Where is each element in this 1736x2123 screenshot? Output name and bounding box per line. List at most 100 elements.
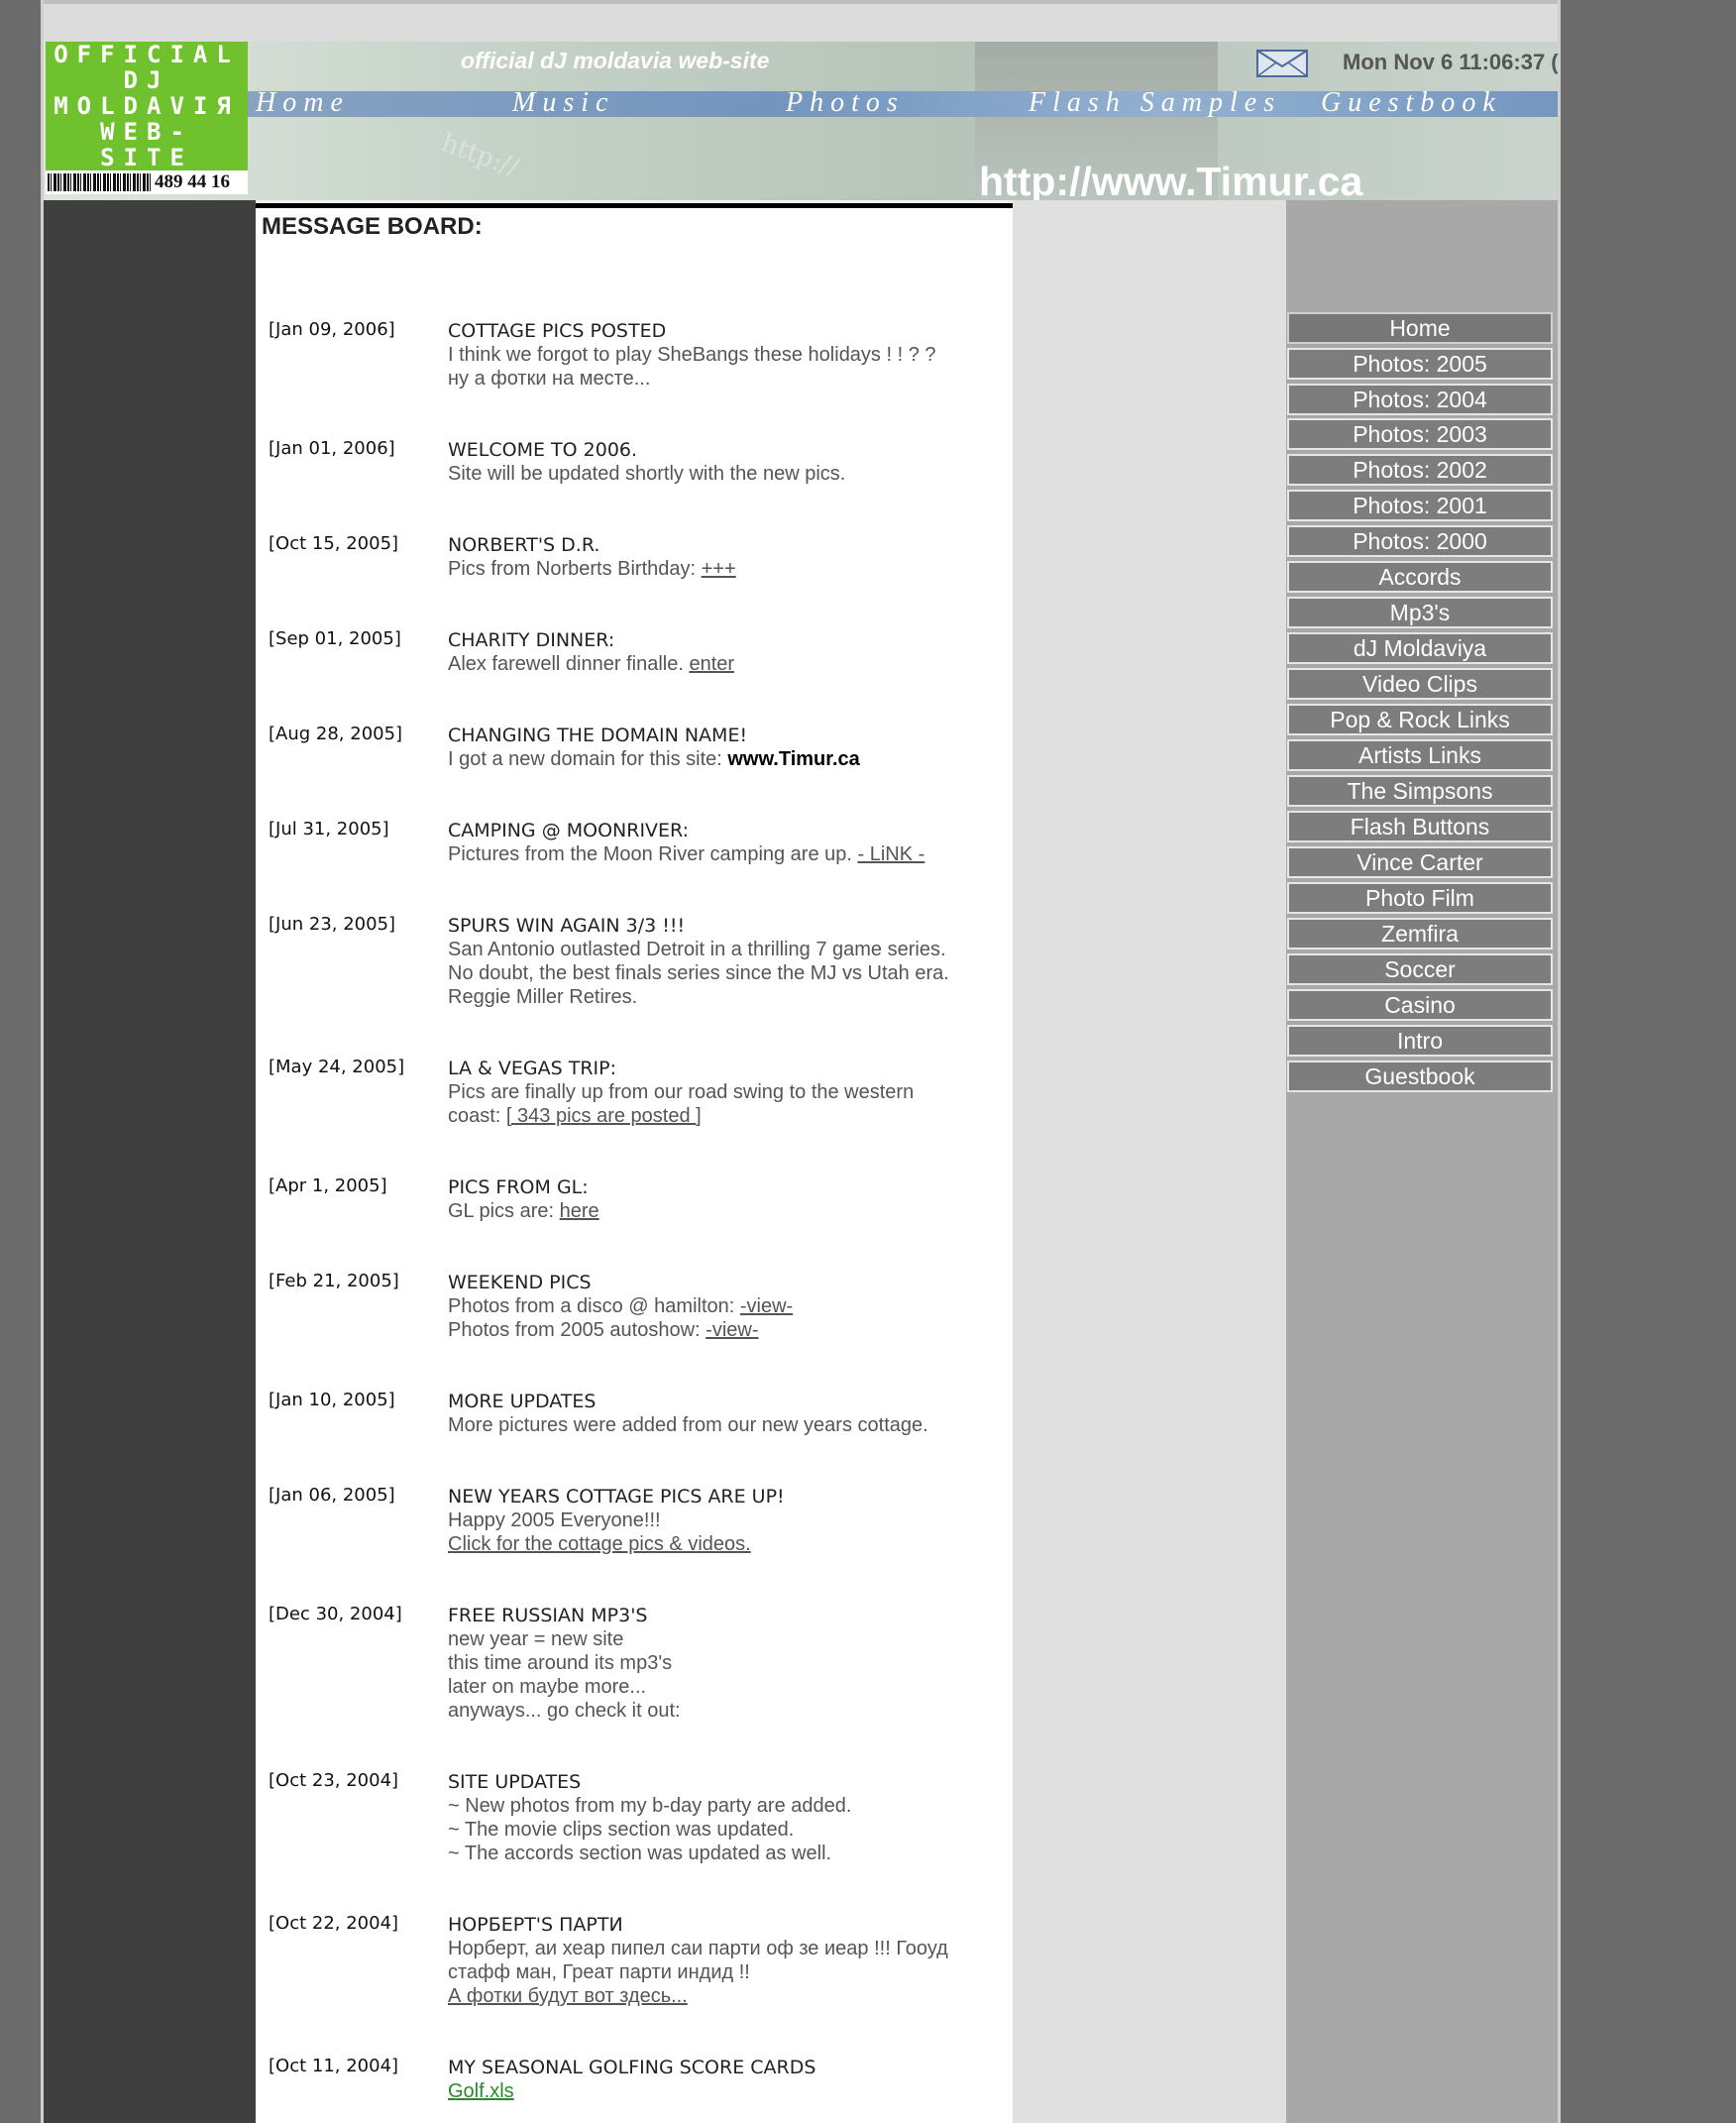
golf-file-link[interactable]: Golf.xls xyxy=(448,2080,514,2102)
entry-text: this time around its mp3's xyxy=(448,1652,673,1674)
sidebar-item-photos-2001[interactable]: Photos: 2001 xyxy=(1287,490,1553,521)
entry-text: Pics are finally up from our road swing … xyxy=(448,1081,915,1103)
entry-title: WEEKEND PICS xyxy=(448,1272,592,1293)
entry-title: MORE UPDATES xyxy=(448,1391,597,1412)
logo-line: WEB- xyxy=(100,118,193,146)
entry-link[interactable]: -view- xyxy=(740,1295,793,1317)
sidebar-item-photo-film[interactable]: Photo Film xyxy=(1287,882,1553,914)
entry-text: I think we forgot to play SheBangs these… xyxy=(448,344,936,366)
entry-text: ~ New photos from my b-day party are add… xyxy=(448,1795,852,1817)
left-outer-margin xyxy=(0,0,41,2123)
sidebar-item-pop-rock-links[interactable]: Pop & Rock Links xyxy=(1287,704,1553,735)
sidebar-item-soccer[interactable]: Soccer xyxy=(1287,953,1553,985)
entry-title: SPURS WIN AGAIN 3/3 !!! xyxy=(448,915,686,937)
entry-date: [Oct 15, 2005] xyxy=(269,533,399,554)
entry-title: FREE RUSSIAN MP3'S xyxy=(448,1605,648,1626)
entry-date: [Apr 1, 2005] xyxy=(269,1175,387,1196)
sidebar-item-intro[interactable]: Intro xyxy=(1287,1025,1553,1057)
sidebar-item-photos-2000[interactable]: Photos: 2000 xyxy=(1287,525,1553,557)
entry-link[interactable]: here xyxy=(560,1200,599,1222)
entry-link[interactable]: Click for the cottage pics & videos. xyxy=(448,1533,751,1555)
nav-home[interactable]: Home xyxy=(256,87,350,119)
entry-text: ну а фотки на месте... xyxy=(448,368,651,390)
sidebar-item-photos-2002[interactable]: Photos: 2002 xyxy=(1287,454,1553,486)
logo-line: DJ xyxy=(123,66,170,94)
entry-date: [Feb 21, 2005] xyxy=(269,1271,399,1291)
entry-text: San Antonio outlasted Detroit in a thril… xyxy=(448,939,946,960)
entry-date: [Jan 10, 2005] xyxy=(269,1390,395,1410)
nav-photos[interactable]: Photos xyxy=(786,87,905,119)
entry-text: Alex farewell dinner finalle. xyxy=(448,653,690,675)
clock-display: Mon Nov 6 11:06:37 ( xyxy=(1343,50,1559,74)
entry-title: NEW YEARS COTTAGE PICS ARE UP! xyxy=(448,1486,785,1508)
entry-title: MY SEASONAL GOLFING SCORE CARDS xyxy=(448,2057,816,2078)
entry-text: later on maybe more... xyxy=(448,1676,647,1698)
entry-link[interactable]: - LiNK - xyxy=(858,843,925,865)
entry-text: стафф ман, Греат парти индид !! xyxy=(448,1961,750,1983)
logo-number: 489 44 16 xyxy=(155,171,230,192)
sidebar-item-photos-2003[interactable]: Photos: 2003 xyxy=(1287,418,1553,450)
entry-text: ~ The movie clips section was updated. xyxy=(448,1819,795,1841)
site-url: http://www.Timur.ca xyxy=(979,159,1363,204)
entry-text: new year = new site xyxy=(448,1628,624,1650)
logo-barcode-strip: 489 44 16 xyxy=(46,170,248,194)
sidebar-item-home[interactable]: Home xyxy=(1287,312,1553,344)
entry-link[interactable]: А фотки будут вот здесь... xyxy=(448,1985,688,2007)
entry-date: [Sep 01, 2005] xyxy=(269,628,401,649)
entry-link[interactable]: -view- xyxy=(705,1319,758,1341)
sidebar-item-accords[interactable]: Accords xyxy=(1287,561,1553,593)
sidebar-item-artists-links[interactable]: Artists Links xyxy=(1287,739,1553,771)
sidebar-item-dj-moldaviya[interactable]: dJ Moldaviya xyxy=(1287,632,1553,664)
entry-date: [Oct 22, 2004] xyxy=(269,1913,399,1934)
site-logo[interactable]: OFFICIAL DJ MOLDAVIЯ WEB- SITE xyxy=(46,42,248,170)
entry-date: [Jul 31, 2005] xyxy=(269,819,389,839)
entry-text: Reggie Miller Retires. xyxy=(448,986,638,1008)
sidebar-item-vince-carter[interactable]: Vince Carter xyxy=(1287,846,1553,878)
entry-title: WELCOME TO 2006. xyxy=(448,439,638,461)
entry-date: [Jan 01, 2006] xyxy=(269,438,395,459)
nav-guestbook[interactable]: Guestbook xyxy=(1321,87,1502,119)
sidebar-item-guestbook[interactable]: Guestbook xyxy=(1287,1061,1553,1092)
entry-text: Site will be updated shortly with the ne… xyxy=(448,463,846,485)
entry-text: Photos from 2005 autoshow: xyxy=(448,1319,706,1341)
entry-text: More pictures were added from our new ye… xyxy=(448,1414,928,1436)
sidebar-item-mp3s[interactable]: Mp3's xyxy=(1287,597,1553,628)
entry-title: CHARITY DINNER: xyxy=(448,629,615,651)
entry-date: [Oct 11, 2004] xyxy=(269,2056,399,2076)
mail-icon[interactable] xyxy=(1256,50,1308,77)
sidebar-item-flash-buttons[interactable]: Flash Buttons xyxy=(1287,811,1553,842)
right-sidebar xyxy=(1286,200,1558,2123)
spacer-column xyxy=(1013,200,1286,2123)
entry-date: [Oct 23, 2004] xyxy=(269,1770,399,1791)
entry-text: anyways... go check it out: xyxy=(448,1700,681,1722)
banner-watermark: http:// xyxy=(437,128,523,183)
sidebar-item-zemfira[interactable]: Zemfira xyxy=(1287,918,1553,950)
entry-link[interactable]: enter xyxy=(689,653,734,675)
sidebar-item-video-clips[interactable]: Video Clips xyxy=(1287,668,1553,700)
entry-link[interactable]: [ 343 pics are posted ] xyxy=(506,1105,702,1127)
board-title: MESSAGE BOARD: xyxy=(262,213,483,240)
entry-text: Pics from Norberts Birthday: xyxy=(448,558,702,580)
entry-date: [Aug 28, 2005] xyxy=(269,724,403,744)
nav-music[interactable]: Music xyxy=(512,87,614,119)
entry-text: Happy 2005 Everyone!!! xyxy=(448,1509,661,1531)
left-column xyxy=(44,200,256,2123)
entry-link[interactable]: +++ xyxy=(702,558,736,580)
entry-text: Photos from a disco @ hamilton: xyxy=(448,1295,740,1317)
entry-title: CHANGING THE DOMAIN NAME! xyxy=(448,725,748,746)
entry-text: GL pics are: xyxy=(448,1200,560,1222)
entry-text: No doubt, the best finals series since t… xyxy=(448,962,949,984)
domain-name: www.Timur.ca xyxy=(727,748,860,770)
logo-line: MOLDAVIЯ xyxy=(54,92,240,120)
nav-flash-samples[interactable]: Flash Samples xyxy=(1029,87,1281,119)
logo-line: SITE xyxy=(100,144,193,171)
entry-title: CAMPING @ MOONRIVER: xyxy=(448,820,690,841)
logo-line: OFFICIAL xyxy=(54,41,240,68)
entry-text: Норберт, аи хеар пипел саи парти оф зе и… xyxy=(448,1938,948,1959)
entry-title: НОРБЕРТ'S ПАРТИ xyxy=(448,1914,623,1936)
entry-title: PICS FROM GL: xyxy=(448,1176,589,1198)
sidebar-item-the-simpsons[interactable]: The Simpsons xyxy=(1287,775,1553,807)
sidebar-item-photos-2004[interactable]: Photos: 2004 xyxy=(1287,384,1553,415)
sidebar-item-photos-2005[interactable]: Photos: 2005 xyxy=(1287,348,1553,380)
sidebar-item-casino[interactable]: Casino xyxy=(1287,989,1553,1021)
